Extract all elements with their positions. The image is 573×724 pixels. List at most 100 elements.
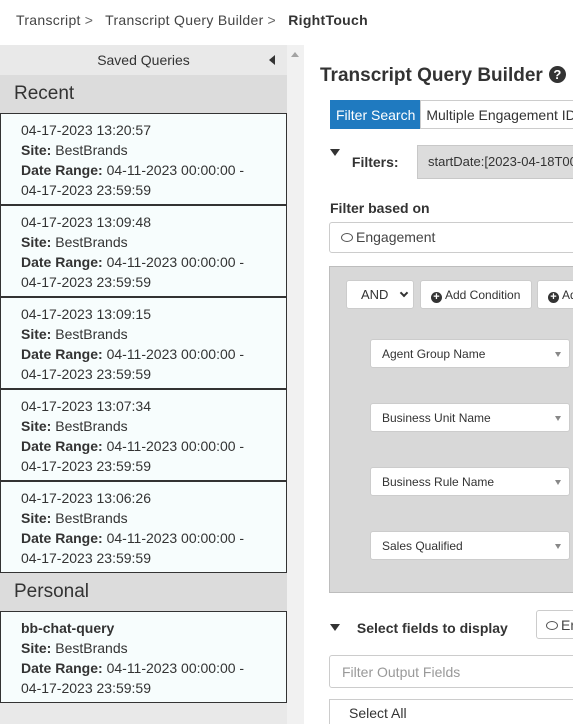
select-fields-label: Select fields to display [356,620,508,636]
breadcrumb-separator: > [267,12,277,28]
select-fields-row: Select fields to display Engagement [330,610,573,639]
query-time: 04-17-2023 13:09:48 [21,214,151,230]
filters-toggle-icon[interactable] [330,149,340,156]
query-time: 04-17-2023 13:09:15 [21,306,151,322]
query-site: BestBrands [55,142,128,158]
logic-operator-value: AND [361,287,389,302]
collapse-left-icon[interactable] [269,55,275,65]
saved-query-item[interactable]: bb-chat-query Site: BestBrands Date Rang… [0,611,287,703]
filter-output-fields-input[interactable] [329,655,573,688]
sidebar-header: Saved Queries [0,45,287,75]
site-label: Site: [21,510,52,526]
personal-query-list: bb-chat-query Site: BestBrands Date Rang… [0,611,287,703]
breadcrumb: Transcript > Transcript Query Builder > Ri… [0,0,573,44]
select-fields-toggle-icon[interactable] [330,624,340,631]
saved-queries-sidebar: Saved Queries Recent 04-17-2023 13:20:57… [0,45,287,724]
add-group-button[interactable]: +Add Group [537,280,573,309]
page-title: Transcript Query Builder? [320,65,566,87]
saved-query-item[interactable]: 04-17-2023 13:07:34 Site: BestBrands Dat… [0,389,287,481]
sidebar-title: Saved Queries [97,52,190,68]
range-label: Date Range: [21,346,103,362]
condition-field-select[interactable]: Business Unit Name [370,403,570,432]
range-label: Date Range: [21,162,103,178]
condition-field-select[interactable]: Business Rule Name [370,467,570,496]
query-builder-main: Transcript Query Builder? Filter Search M… [304,45,573,724]
breadcrumb-item-transcript[interactable]: Transcript [16,12,81,28]
plus-circle-icon: + [548,292,559,303]
query-time: 04-17-2023 13:06:26 [21,490,151,506]
range-label: Date Range: [21,254,103,270]
sidebar-scrollbar[interactable] [287,45,304,724]
breadcrumb-item-query-builder[interactable]: Transcript Query Builder [105,12,263,28]
tab-multiple-engagement-ids[interactable]: Multiple Engagement IDs [420,100,573,129]
chevron-down-icon [399,288,409,298]
query-time: 04-17-2023 13:20:57 [21,122,151,138]
condition-field-value: Sales Qualified [382,539,463,553]
recent-heading: Recent [0,75,287,113]
query-site: BestBrands [55,234,128,250]
caret-down-icon [555,352,561,357]
engagement-fields-label: Engagement [561,617,573,633]
condition-field-value: Business Unit Name [382,411,491,425]
condition-field-select[interactable]: Agent Group Name [370,339,570,368]
recent-query-list: 04-17-2023 13:20:57 Site: BestBrands Dat… [0,113,287,573]
caret-down-icon [555,416,561,421]
site-label: Site: [21,234,52,250]
site-label: Site: [21,142,52,158]
page-title-text: Transcript Query Builder [320,65,543,86]
query-range-end: 04-17-2023 23:59:59 [21,458,151,474]
filters-row: Filters: startDate:[2023-04-18T00:00:00 [330,145,573,179]
saved-query-item[interactable]: 04-17-2023 13:20:57 Site: BestBrands Dat… [0,113,287,205]
site-label: Site: [21,418,52,434]
saved-query-item[interactable]: 04-17-2023 13:06:26 Site: BestBrands Dat… [0,481,287,573]
query-range-start: 04-11-2023 00:00:00 - [106,438,245,454]
query-site: BestBrands [55,326,128,342]
query-range-end: 04-17-2023 23:59:59 [21,680,151,696]
filter-entity-select[interactable]: Engagement [329,222,573,253]
query-range-start: 04-11-2023 00:00:00 - [106,162,245,178]
filters-summary: startDate:[2023-04-18T00:00:00 [417,145,573,179]
query-range-end: 04-17-2023 23:59:59 [21,550,151,566]
tab-filter-search[interactable]: Filter Search [330,100,422,129]
query-site: BestBrands [55,418,128,434]
query-time: 04-17-2023 13:07:34 [21,398,151,414]
query-range-start: 04-11-2023 00:00:00 - [106,346,245,362]
select-all-option[interactable]: Select All [329,699,573,724]
site-label: Site: [21,326,52,342]
query-range-start: 04-11-2023 00:00:00 - [106,660,245,676]
query-range-end: 04-17-2023 23:59:59 [21,182,151,198]
query-range-end: 04-17-2023 23:59:59 [21,366,151,382]
chat-bubble-icon [546,621,558,630]
logic-operator-select[interactable]: AND [346,280,414,309]
site-label: Site: [21,640,52,656]
condition-group-panel: AND +Add Condition +Add Group Agent Grou… [329,266,573,593]
range-label: Date Range: [21,438,103,454]
condition-field-value: Business Rule Name [382,475,495,489]
add-condition-button[interactable]: + Add Condition [420,280,532,309]
caret-down-icon [555,544,561,549]
query-site: BestBrands [55,510,128,526]
query-site: BestBrands [55,640,128,656]
query-range-end: 04-17-2023 23:59:59 [21,274,151,290]
condition-field-select[interactable]: Sales Qualified [370,531,570,560]
help-icon[interactable]: ? [548,66,566,83]
breadcrumb-current: RightTouch [288,12,368,28]
caret-down-icon [555,480,561,485]
personal-heading: Personal [0,573,287,611]
filters-label: Filters: [351,154,399,170]
filter-entity-value: Engagement [356,229,436,245]
condition-field-value: Agent Group Name [382,347,486,361]
query-range-start: 04-11-2023 00:00:00 - [106,254,245,270]
add-group-label: Add Group [562,288,573,302]
range-label: Date Range: [21,530,103,546]
chat-bubble-icon [341,233,353,242]
add-condition-label: Add Condition [445,288,521,302]
breadcrumb-separator: > [84,12,94,28]
scroll-up-arrow-icon[interactable] [291,52,299,57]
engagement-fields-button[interactable]: Engagement [536,610,573,639]
saved-query-item[interactable]: 04-17-2023 13:09:48 Site: BestBrands Dat… [0,205,287,297]
query-name: bb-chat-query [21,620,115,636]
query-range-start: 04-11-2023 00:00:00 - [106,530,245,546]
saved-query-item[interactable]: 04-17-2023 13:09:15 Site: BestBrands Dat… [0,297,287,389]
search-mode-tabs: Filter Search Multiple Engagement IDs [330,100,573,129]
